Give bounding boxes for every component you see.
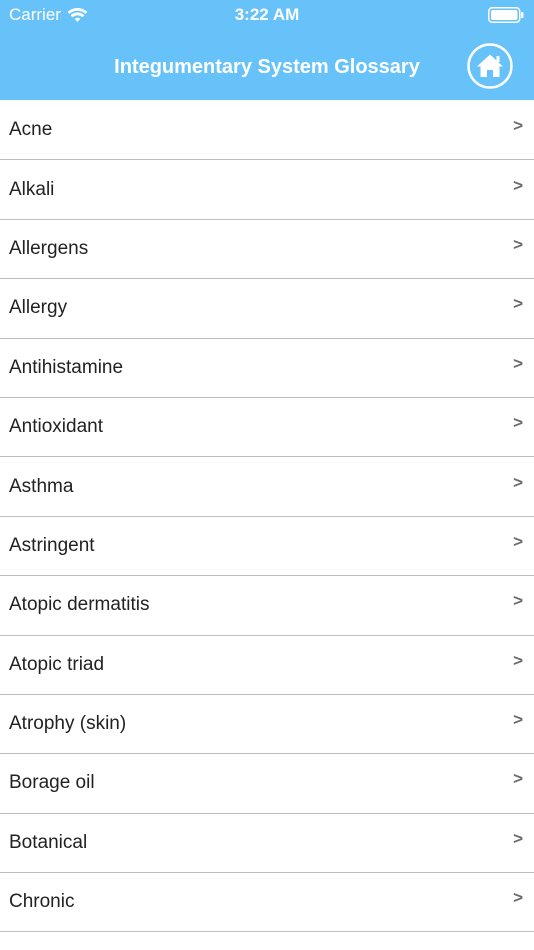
home-button[interactable] [467, 43, 513, 89]
list-item[interactable]: Allergens > [0, 220, 534, 280]
chevron-right-icon: > [513, 294, 523, 314]
list-item-label: Asthma [9, 475, 74, 497]
status-bar: Carrier 3:22 AM [0, 0, 534, 30]
header: Carrier 3:22 AM Integumentary System Glo… [0, 0, 534, 100]
list-item-label: Allergens [9, 237, 89, 259]
chevron-right-icon: > [513, 413, 523, 433]
chevron-right-icon: > [513, 650, 523, 670]
list-item-label: Alkali [9, 178, 55, 200]
chevron-right-icon: > [513, 353, 523, 373]
chevron-right-icon: > [513, 888, 523, 908]
list-item[interactable]: Asthma > [0, 457, 534, 517]
status-time: 3:22 AM [234, 5, 300, 24]
chevron-right-icon: > [513, 710, 523, 730]
list-item-label: Allergy [9, 297, 68, 319]
list-item-label: Atrophy (skin) [9, 713, 127, 735]
list-item-label: Atopic dermatitis [9, 594, 150, 616]
chevron-right-icon: > [513, 175, 523, 195]
chevron-right-icon: > [513, 531, 523, 551]
list-item-label: Botanical [9, 831, 88, 853]
chevron-right-icon: > [513, 234, 523, 254]
list-item-label: Astringent [9, 534, 95, 556]
chevron-right-icon: > [513, 472, 523, 492]
list-item[interactable]: Atopic dermatitis > [0, 576, 534, 636]
list-item[interactable]: Alkali > [0, 160, 534, 220]
list-item-label: Antioxidant [9, 416, 104, 438]
list-item[interactable]: Allergy > [0, 279, 534, 339]
list-item[interactable]: Astringent > [0, 517, 534, 577]
glossary-list: Acne > Alkali > Allergens > Allergy > Antihistam… [0, 101, 534, 933]
list-item-label: Atopic triad [9, 653, 105, 675]
list-item-label: Borage oil [9, 772, 95, 794]
list-item[interactable]: Borage oil > [0, 754, 534, 814]
list-item[interactable]: Antioxidant > [0, 398, 534, 458]
chevron-right-icon: > [513, 769, 523, 789]
list-item-label: Antihistamine [9, 356, 124, 378]
list-item[interactable]: Botanical > [0, 814, 534, 874]
list-item[interactable]: Antihistamine > [0, 339, 534, 398]
list-item[interactable]: Acne > [0, 101, 534, 161]
list-item[interactable]: Atrophy (skin) > [0, 695, 534, 755]
list-item-label: Acne [9, 119, 53, 141]
page-title: Integumentary System Glossary [114, 56, 420, 78]
battery-icon [488, 7, 524, 23]
chevron-right-icon: > [513, 828, 523, 848]
home-icon [467, 43, 513, 89]
list-item-label: Chronic [9, 891, 75, 913]
chevron-right-icon: > [513, 116, 523, 136]
list-item[interactable]: Atopic triad > [0, 636, 534, 695]
chevron-right-icon: > [513, 591, 523, 611]
list-item[interactable]: Chronic > [0, 873, 534, 933]
